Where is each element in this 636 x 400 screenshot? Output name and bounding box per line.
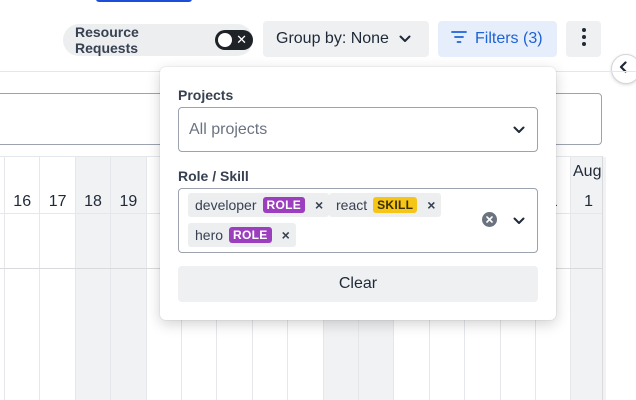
calendar-day-number: 16 <box>13 193 32 210</box>
chevron-down-icon[interactable] <box>513 212 525 230</box>
calendar-day-column: 16 <box>4 157 39 400</box>
chevron-down-icon <box>513 121 525 139</box>
projects-select-value: All projects <box>189 120 268 138</box>
filter-icon <box>451 30 467 49</box>
remove-tag-icon[interactable]: × <box>315 197 323 213</box>
calendar-right-border <box>602 156 603 400</box>
role-skill-label: Role / Skill <box>178 168 249 184</box>
more-options-button[interactable] <box>566 21 601 57</box>
calendar-day-number: 19 <box>119 193 138 210</box>
group-by-button[interactable]: Group by: None <box>263 21 429 57</box>
group-by-label: Group by: None <box>276 30 389 47</box>
remove-tag-icon[interactable]: × <box>427 197 435 213</box>
resource-requests-toggle-pill[interactable]: Resource Requests ✕ <box>63 24 253 56</box>
filters-popover: Projects All projects Role / Skill devel… <box>160 67 556 320</box>
tag-hero: hero ROLE × <box>188 223 296 247</box>
tag-label: developer <box>195 197 257 213</box>
toggle-off-icon: ✕ <box>236 32 247 47</box>
month-label: Aug <box>573 163 602 180</box>
filters-button[interactable]: Filters (3) <box>438 21 557 57</box>
calendar-day-number: 17 <box>48 193 67 210</box>
clear-button[interactable]: Clear <box>178 266 538 302</box>
tag-label: hero <box>195 227 224 243</box>
chevron-down-icon <box>399 30 411 48</box>
sidebar-collapse-button[interactable] <box>611 54 636 84</box>
filters-label: Filters (3) <box>475 30 543 47</box>
resource-requests-label: Resource Requests <box>75 24 139 56</box>
skill-badge: SKILL <box>373 197 418 213</box>
resource-requests-toggle[interactable]: ✕ <box>215 30 253 50</box>
calendar-day-column: 17 <box>39 157 74 400</box>
calendar-day-column: 18 <box>74 157 111 400</box>
kebab-menu-icon <box>581 27 587 52</box>
remove-tag-icon[interactable]: × <box>282 227 290 243</box>
calendar-day-column: 19 <box>110 157 146 400</box>
role-badge: ROLE <box>262 197 306 213</box>
role-badge: ROLE <box>229 227 272 243</box>
clear-all-icon[interactable] <box>482 212 497 227</box>
projects-select[interactable]: All projects <box>178 107 538 152</box>
calendar-day-column: 1 <box>570 157 606 400</box>
tag-developer: developer ROLE × <box>188 193 330 217</box>
tag-react: react SKILL × <box>329 193 442 217</box>
tag-label: react <box>336 197 368 213</box>
active-tab-indicator[interactable] <box>96 0 192 2</box>
chevron-left-icon <box>618 60 628 78</box>
projects-label: Projects <box>178 87 234 103</box>
calendar-day-number: 18 <box>84 193 102 210</box>
calendar-day-number: 1 <box>584 193 594 210</box>
toggle-knob <box>218 33 233 47</box>
role-skill-select[interactable]: developer ROLE × react SKILL × hero ROLE… <box>178 188 538 253</box>
